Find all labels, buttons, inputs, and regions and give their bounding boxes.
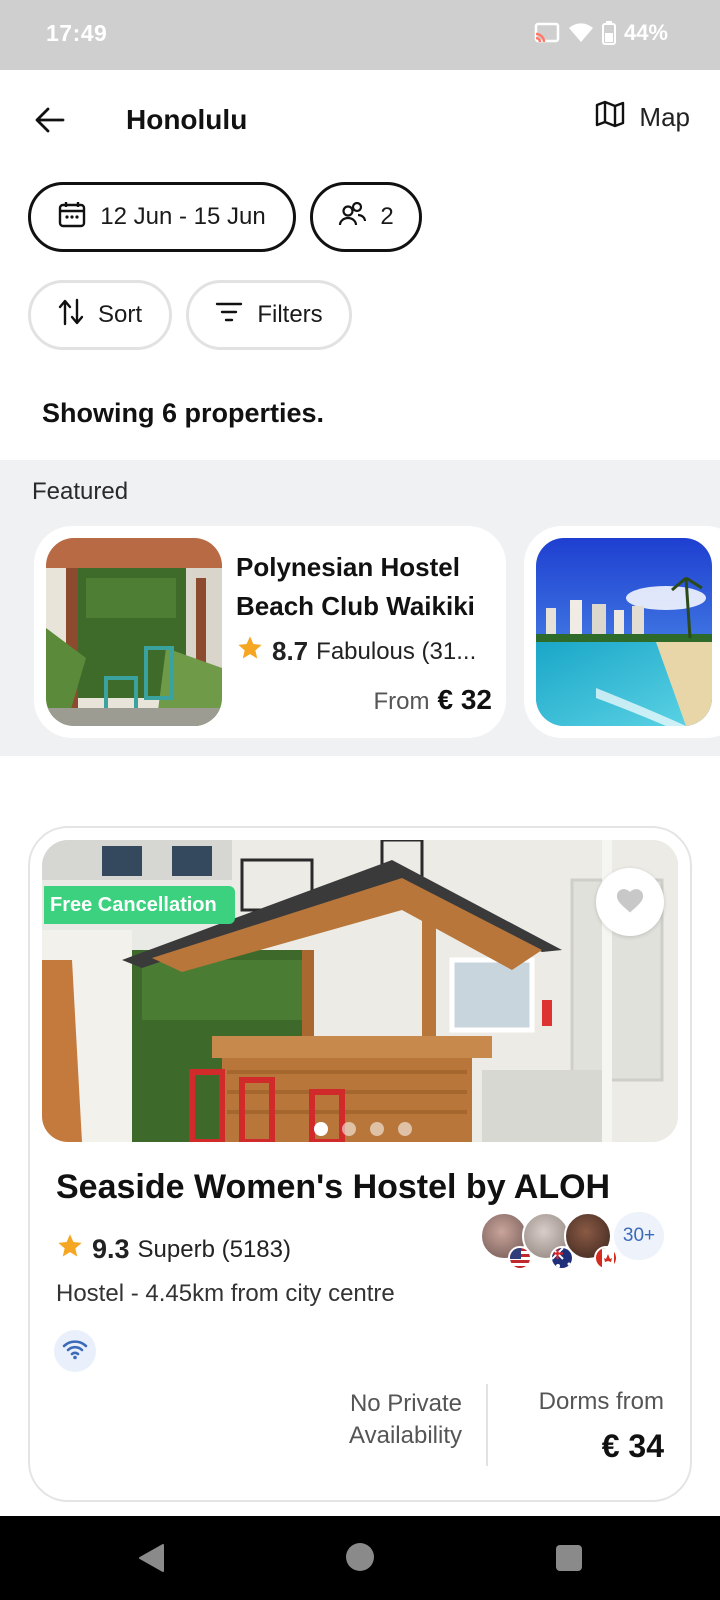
star-icon bbox=[236, 634, 264, 669]
featured-card-price-prefix: From bbox=[373, 688, 430, 715]
property-photo[interactable]: Free Cancellation bbox=[42, 840, 678, 1142]
property-rating-score: 9.3 bbox=[92, 1234, 130, 1264]
dorms-price: € 34 bbox=[601, 1428, 664, 1464]
carousel-dot[interactable] bbox=[398, 1122, 412, 1136]
featured-card-photo bbox=[46, 538, 222, 726]
featured-card-rating-text: Fabulous (31... bbox=[316, 637, 477, 665]
free-cancellation-badge: Free Cancellation bbox=[44, 886, 235, 924]
amenity-wifi bbox=[54, 1330, 96, 1372]
featured-label: Featured bbox=[32, 478, 129, 505]
map-icon bbox=[595, 100, 625, 135]
property-title: Seaside Women's Hostel by ALOH bbox=[56, 1168, 611, 1206]
featured-card-price: From € 32 bbox=[374, 684, 493, 716]
battery-percent: 44% bbox=[623, 20, 668, 45]
featured-section: Featured Polynesian Hostel Beach Club Wa… bbox=[0, 460, 720, 756]
sort-button[interactable]: Sort bbox=[28, 280, 172, 350]
carousel-dot[interactable] bbox=[342, 1122, 356, 1136]
map-label: Map bbox=[639, 102, 690, 132]
property-card[interactable]: Free Cancellation Seaside Women's Hostel… bbox=[28, 826, 692, 1502]
nav-recents-icon[interactable] bbox=[555, 1544, 583, 1577]
guests-icon bbox=[338, 201, 367, 234]
page-title: Honolulu bbox=[126, 104, 248, 135]
back-arrow-icon bbox=[35, 107, 65, 138]
navigation-bar bbox=[0, 1516, 720, 1600]
photo-carousel-dots bbox=[314, 1122, 412, 1136]
price-divider bbox=[486, 1384, 488, 1466]
featured-card-score: 8.7 bbox=[272, 636, 309, 666]
dates-pill[interactable]: 12 Jun - 15 Jun bbox=[28, 182, 296, 252]
featured-card-rating: 8.7 Fabulous (31... bbox=[236, 634, 476, 669]
nav-home-icon[interactable] bbox=[345, 1542, 375, 1577]
results-count: Showing 6 properties. bbox=[42, 398, 325, 428]
battery-icon bbox=[601, 21, 616, 45]
dorms-label: Dorms from bbox=[538, 1388, 664, 1415]
filters-label: Filters bbox=[257, 301, 323, 328]
status-bar: 17:49 44% bbox=[0, 0, 720, 70]
featured-card-partial[interactable] bbox=[524, 526, 720, 738]
heart-icon bbox=[615, 886, 645, 919]
cast-icon bbox=[534, 22, 560, 44]
filters-button[interactable]: Filters bbox=[186, 280, 352, 350]
sort-icon bbox=[58, 298, 84, 333]
guest-avatars: 30+ bbox=[480, 1212, 670, 1270]
carousel-dot[interactable] bbox=[314, 1122, 328, 1136]
featured-card-photo bbox=[536, 538, 712, 726]
private-availability: No Private Availability bbox=[349, 1390, 462, 1449]
more-guests-count: 30+ bbox=[614, 1212, 664, 1260]
star-icon bbox=[56, 1232, 84, 1267]
property-subtitle: Hostel - 4.45km from city centre bbox=[56, 1280, 395, 1307]
status-time: 17:49 bbox=[46, 20, 108, 46]
dates-label: 12 Jun - 15 Jun bbox=[100, 203, 266, 230]
carousel-dot[interactable] bbox=[370, 1122, 384, 1136]
property-rating: 9.3 Superb (5183) bbox=[56, 1232, 291, 1267]
featured-card-price-amount: € 32 bbox=[437, 684, 493, 715]
calendar-icon bbox=[58, 200, 86, 235]
map-button[interactable]: Map bbox=[595, 100, 690, 135]
favorite-button[interactable] bbox=[596, 868, 664, 936]
filter-icon bbox=[215, 301, 243, 330]
canada-flag-icon bbox=[594, 1246, 618, 1270]
featured-card-name: Polynesian Hostel Beach Club Waikiki bbox=[236, 552, 475, 621]
app-header: Honolulu Map bbox=[0, 70, 720, 170]
wifi-icon bbox=[62, 1338, 88, 1365]
back-button[interactable] bbox=[30, 102, 70, 142]
nav-back-icon[interactable] bbox=[136, 1542, 166, 1579]
property-rating-text: Superb (5183) bbox=[137, 1235, 291, 1263]
guests-pill[interactable]: 2 bbox=[310, 182, 422, 252]
status-icons: 44% bbox=[534, 20, 668, 46]
sort-label: Sort bbox=[97, 301, 142, 328]
featured-card[interactable]: Polynesian Hostel Beach Club Waikiki 8.7… bbox=[34, 526, 506, 738]
wifi-icon bbox=[568, 22, 594, 44]
guests-count: 2 bbox=[380, 203, 394, 230]
